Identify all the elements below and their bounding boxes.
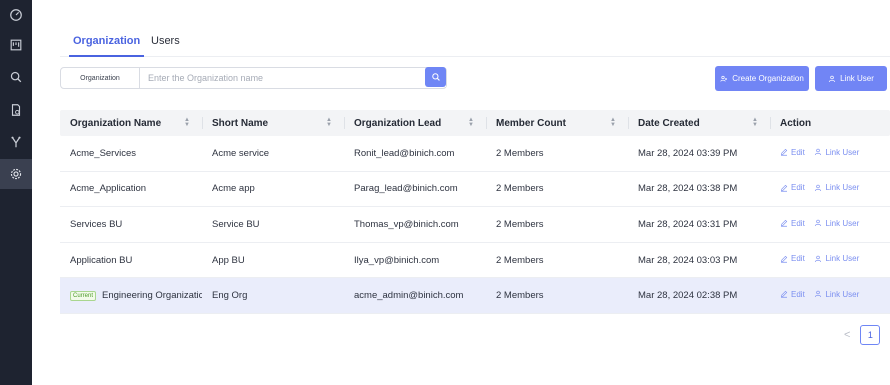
tab-users[interactable]: Users bbox=[151, 35, 180, 47]
main-content: Organization Users Organization Create O… bbox=[32, 0, 890, 385]
column-header-organization-name[interactable]: Organization Name ▲ ▼ bbox=[60, 110, 202, 136]
edit-button[interactable]: Edit bbox=[780, 183, 805, 192]
tab-organization[interactable]: Organization bbox=[68, 35, 145, 57]
search-scope-label[interactable]: Organization bbox=[61, 68, 140, 88]
link-user-label: Link User bbox=[840, 74, 874, 83]
member-count-cell: 2 Members bbox=[496, 254, 544, 266]
pencil-icon bbox=[781, 148, 788, 156]
add-group-icon bbox=[720, 75, 728, 82]
action-cell: Edit Link User bbox=[770, 219, 890, 231]
board-icon[interactable] bbox=[0, 30, 32, 60]
org-name-cell: Services BU bbox=[70, 218, 123, 230]
org-lead-cell: Thomas_vp@binich.com bbox=[354, 218, 459, 230]
short-name-cell: App BU bbox=[212, 254, 245, 266]
organization-table: Organization Name ▲ ▼ Short Name ▲ ▼ Organiz… bbox=[60, 110, 890, 314]
date-created-cell: Mar 28, 2024 03:31 PM bbox=[638, 218, 738, 230]
table-row[interactable]: Acme_Services Acme service Ronit_lead@bi… bbox=[60, 136, 890, 172]
column-header-member-count[interactable]: Member Count ▲ ▼ bbox=[486, 110, 628, 136]
action-cell: Edit Link User bbox=[770, 148, 890, 160]
document-settings-icon[interactable] bbox=[0, 95, 32, 125]
org-name-cell: Acme_Services bbox=[70, 147, 136, 159]
sort-icon[interactable]: ▲ ▼ bbox=[326, 117, 332, 128]
member-count-cell: 2 Members bbox=[496, 147, 544, 159]
row-link-user-button[interactable]: Link User bbox=[814, 219, 859, 228]
column-header-organization-lead[interactable]: Organization Lead ▲ ▼ bbox=[344, 110, 486, 136]
action-cell: Edit Link User bbox=[770, 254, 890, 266]
edit-button[interactable]: Edit bbox=[780, 148, 805, 157]
action-cell: Edit Link User bbox=[770, 290, 890, 302]
short-name-cell: Acme service bbox=[212, 147, 270, 159]
user-icon bbox=[815, 291, 822, 298]
branch-icon[interactable] bbox=[0, 127, 32, 157]
tab-bar: Organization Users bbox=[60, 30, 890, 57]
org-lead-cell: Ilya_vp@binich.com bbox=[354, 254, 440, 266]
edit-button[interactable]: Edit bbox=[780, 290, 805, 299]
pencil-icon bbox=[781, 291, 788, 298]
table-header: Organization Name ▲ ▼ Short Name ▲ ▼ Organiz… bbox=[60, 110, 890, 136]
short-name-cell: Service BU bbox=[212, 218, 260, 230]
date-created-cell: Mar 28, 2024 03:03 PM bbox=[638, 254, 738, 266]
table-row-current[interactable]: Current Engineering Organizatic Eng Org a… bbox=[60, 278, 890, 314]
org-name-cell: Current Engineering Organizatic bbox=[60, 290, 202, 301]
date-created-cell: Mar 28, 2024 03:39 PM bbox=[638, 147, 738, 159]
current-badge: Current bbox=[70, 290, 97, 301]
user-icon bbox=[815, 148, 822, 156]
row-link-user-button[interactable]: Link User bbox=[814, 148, 859, 157]
user-icon bbox=[815, 255, 822, 262]
edit-button[interactable]: Edit bbox=[780, 254, 805, 263]
org-lead-cell: Ronit_lead@binich.com bbox=[354, 147, 455, 159]
search-bar: Organization bbox=[60, 67, 447, 89]
short-name-cell: Acme app bbox=[212, 183, 255, 195]
row-link-user-button[interactable]: Link User bbox=[814, 254, 859, 263]
table-row[interactable]: Services BU Service BU Thomas_vp@binich.… bbox=[60, 207, 890, 243]
search-icon[interactable] bbox=[0, 62, 32, 92]
member-count-cell: 2 Members bbox=[496, 290, 544, 302]
column-header-action: Action bbox=[770, 110, 890, 136]
gear-icon[interactable] bbox=[0, 159, 32, 189]
table-row[interactable]: Application BU App BU Ilya_vp@binich.com… bbox=[60, 243, 890, 279]
date-created-cell: Mar 28, 2024 03:38 PM bbox=[638, 183, 738, 195]
pagination: < 1 bbox=[844, 325, 881, 345]
edit-button[interactable]: Edit bbox=[780, 219, 805, 228]
prev-page-button[interactable]: < bbox=[844, 329, 850, 341]
pencil-icon bbox=[781, 255, 788, 263]
sidebar bbox=[0, 0, 32, 385]
short-name-cell: Eng Org bbox=[212, 290, 248, 302]
pencil-icon bbox=[781, 220, 788, 227]
column-header-date-created[interactable]: Date Created ▲ ▼ bbox=[628, 110, 770, 136]
org-lead-cell: Parag_lead@binich.com bbox=[354, 183, 458, 195]
org-name-cell: Acme_Application bbox=[70, 183, 147, 195]
row-link-user-button[interactable]: Link User bbox=[814, 290, 859, 299]
link-user-button[interactable]: Link User bbox=[815, 66, 887, 91]
sort-icon[interactable]: ▲ ▼ bbox=[752, 117, 758, 128]
sort-icon[interactable]: ▲ ▼ bbox=[610, 117, 616, 128]
create-organization-label: Create Organization bbox=[732, 74, 804, 83]
date-created-cell: Mar 28, 2024 02:38 PM bbox=[638, 290, 738, 302]
page-1-button[interactable]: 1 bbox=[860, 325, 881, 345]
sort-icon[interactable]: ▲ ▼ bbox=[468, 117, 474, 128]
search-button[interactable] bbox=[425, 67, 446, 87]
org-lead-cell: acme_admin@binich.com bbox=[354, 290, 464, 302]
search-input[interactable] bbox=[140, 69, 446, 87]
row-link-user-button[interactable]: Link User bbox=[814, 183, 859, 192]
user-icon bbox=[815, 220, 822, 227]
org-name-cell: Application BU bbox=[70, 254, 133, 266]
action-cell: Edit Link User bbox=[770, 183, 890, 195]
create-organization-button[interactable]: Create Organization bbox=[715, 66, 809, 91]
speedometer-icon[interactable] bbox=[0, 0, 32, 30]
user-icon bbox=[815, 184, 822, 191]
user-icon bbox=[828, 75, 836, 82]
search-icon bbox=[431, 73, 440, 81]
sort-icon[interactable]: ▲ ▼ bbox=[184, 117, 190, 128]
column-header-short-name[interactable]: Short Name ▲ ▼ bbox=[202, 110, 344, 136]
member-count-cell: 2 Members bbox=[496, 218, 544, 230]
table-row[interactable]: Acme_Application Acme app Parag_lead@bin… bbox=[60, 172, 890, 208]
member-count-cell: 2 Members bbox=[496, 183, 544, 195]
pencil-icon bbox=[781, 184, 788, 192]
